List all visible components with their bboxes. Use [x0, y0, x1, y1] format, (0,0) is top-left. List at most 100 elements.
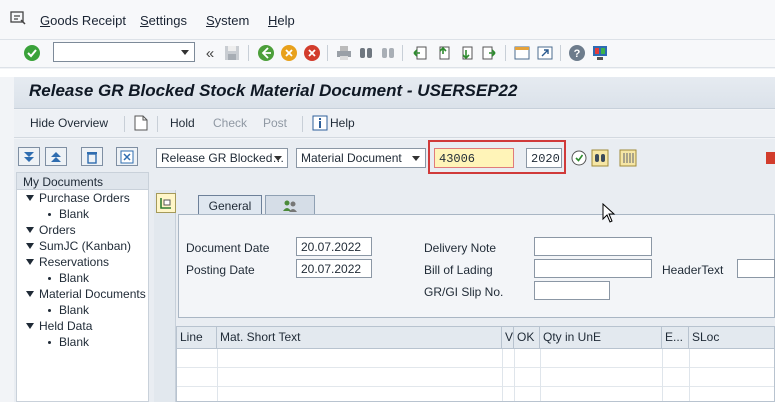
- expand-triangle-icon[interactable]: [26, 195, 34, 201]
- tree-folder[interactable]: Orders: [17, 222, 148, 238]
- column-header-e[interactable]: E...: [662, 327, 689, 349]
- back-arrows-icon[interactable]: «: [200, 43, 220, 63]
- highlight-box: [428, 140, 566, 174]
- check-button[interactable]: Check: [213, 116, 247, 130]
- help-icon[interactable]: ?: [567, 43, 587, 63]
- save-icon[interactable]: [222, 43, 242, 63]
- print-icon[interactable]: [334, 43, 354, 63]
- tab-general[interactable]: General: [198, 195, 262, 215]
- tab-general-label: General: [208, 199, 252, 213]
- column-header-line[interactable]: Line: [177, 327, 217, 349]
- tree-folder[interactable]: Material Documents: [17, 286, 148, 302]
- menu-goods-receipt[interactable]: Goods Receipt: [40, 13, 126, 28]
- column-header-short-text[interactable]: Mat. Short Text: [217, 327, 502, 349]
- enter-check-icon[interactable]: [22, 43, 42, 63]
- application-toolbar: Hide Overview Hold Check Post Help: [14, 110, 775, 138]
- expand-all-button[interactable]: [18, 147, 40, 166]
- standard-toolbar: « ?: [0, 40, 775, 68]
- delete-button[interactable]: [81, 147, 103, 166]
- hold-button[interactable]: Hold: [170, 116, 195, 130]
- table-row[interactable]: [177, 368, 774, 387]
- back-icon[interactable]: [256, 43, 276, 63]
- posting-date-field[interactable]: 20.07.2022: [296, 259, 372, 278]
- cancel-icon[interactable]: [302, 43, 322, 63]
- transaction-select-value: Release GR Blocked…: [161, 151, 285, 165]
- tree-folder[interactable]: Purchase Orders: [17, 190, 148, 206]
- slip-number-field[interactable]: [534, 281, 610, 300]
- post-button[interactable]: Post: [263, 116, 287, 130]
- separator: [0, 69, 775, 77]
- close-icon[interactable]: [766, 152, 775, 164]
- help-button[interactable]: Help: [330, 116, 355, 130]
- table-row[interactable]: [177, 349, 774, 368]
- close-tree-button[interactable]: [116, 147, 138, 166]
- expand-triangle-icon[interactable]: [26, 259, 34, 265]
- hide-overview-button[interactable]: Hide Overview: [30, 116, 108, 130]
- customize-layout-icon[interactable]: [590, 43, 610, 63]
- tree-folder[interactable]: SumJC (Kanban): [17, 238, 148, 254]
- column-header-qty[interactable]: Qty in UnE: [540, 327, 662, 349]
- last-page-icon[interactable]: [479, 43, 499, 63]
- tree-folder[interactable]: Held Data: [17, 318, 148, 334]
- tree-item[interactable]: Blank: [17, 302, 148, 318]
- info-icon[interactable]: [310, 113, 330, 133]
- chevron-down-icon[interactable]: [412, 156, 420, 161]
- expand-triangle-icon[interactable]: [26, 227, 34, 233]
- find-icon[interactable]: [356, 43, 376, 63]
- tree-item[interactable]: Blank: [17, 270, 148, 286]
- table-row[interactable]: [177, 387, 774, 402]
- menu-help[interactable]: Help: [268, 13, 295, 28]
- tree-label: Reservations: [39, 255, 110, 269]
- detail-toggle-strip: [154, 190, 176, 402]
- execute-icon[interactable]: [570, 148, 590, 168]
- tree-label: Material Documents: [39, 287, 146, 301]
- previous-page-icon[interactable]: [433, 43, 453, 63]
- title-bar: Release GR Blocked Stock Material Docume…: [14, 77, 775, 109]
- shortcut-icon[interactable]: [535, 43, 555, 63]
- tab-partner[interactable]: [265, 195, 315, 215]
- collapse-all-button[interactable]: [45, 147, 67, 166]
- reference-document-select[interactable]: Material Document: [296, 148, 426, 168]
- tree-header: My Documents: [17, 173, 148, 190]
- header-text-label: HeaderText: [662, 263, 724, 277]
- detail-toggle-icon[interactable]: [156, 193, 176, 213]
- expand-triangle-icon[interactable]: [26, 323, 34, 329]
- menu-settings[interactable]: Settings: [140, 13, 187, 28]
- tree-label: Blank: [59, 271, 90, 285]
- users-icon: [283, 200, 297, 212]
- find-next-icon[interactable]: [378, 43, 398, 63]
- new-document-icon[interactable]: [131, 113, 151, 133]
- command-field[interactable]: [53, 42, 195, 62]
- expand-triangle-icon[interactable]: [26, 243, 34, 249]
- transaction-select[interactable]: Release GR Blocked…: [156, 148, 288, 168]
- svg-text:?: ?: [574, 48, 581, 60]
- tree-label: Blank: [59, 335, 90, 349]
- column-header-ok[interactable]: OK: [514, 327, 540, 349]
- documents-tree: My Documents Purchase Orders Blank Orders S…: [16, 172, 149, 402]
- table-settings-icon[interactable]: [618, 148, 638, 168]
- header-text-field[interactable]: [737, 259, 775, 278]
- reference-select-value: Material Document: [301, 151, 402, 165]
- tree-label: SumJC (Kanban): [39, 239, 132, 253]
- chevron-down-icon[interactable]: [274, 156, 282, 161]
- next-page-icon[interactable]: [456, 43, 476, 63]
- new-session-icon[interactable]: [512, 43, 532, 63]
- chevron-down-icon[interactable]: [181, 50, 189, 55]
- tree-item[interactable]: Blank: [17, 206, 148, 222]
- first-page-icon[interactable]: [410, 43, 430, 63]
- expand-triangle-icon[interactable]: [26, 291, 34, 297]
- tree-folder[interactable]: Reservations: [17, 254, 148, 270]
- delivery-note-field[interactable]: [534, 237, 652, 256]
- menu-bar: Goods Receipt Settings System Help: [0, 0, 775, 40]
- sap-menu-icon[interactable]: [10, 11, 26, 25]
- column-header-sloc[interactable]: SLoc: [689, 327, 774, 349]
- tree-item[interactable]: Blank: [17, 334, 148, 350]
- exit-icon[interactable]: [279, 43, 299, 63]
- menu-system[interactable]: System: [206, 13, 249, 28]
- search-icon[interactable]: [590, 148, 610, 168]
- tree-label: Blank: [59, 207, 90, 221]
- document-date-field[interactable]: 20.07.2022: [296, 237, 372, 256]
- bullet-icon: [48, 341, 51, 344]
- bill-of-lading-field[interactable]: [534, 259, 652, 278]
- column-header-v[interactable]: V: [502, 327, 514, 349]
